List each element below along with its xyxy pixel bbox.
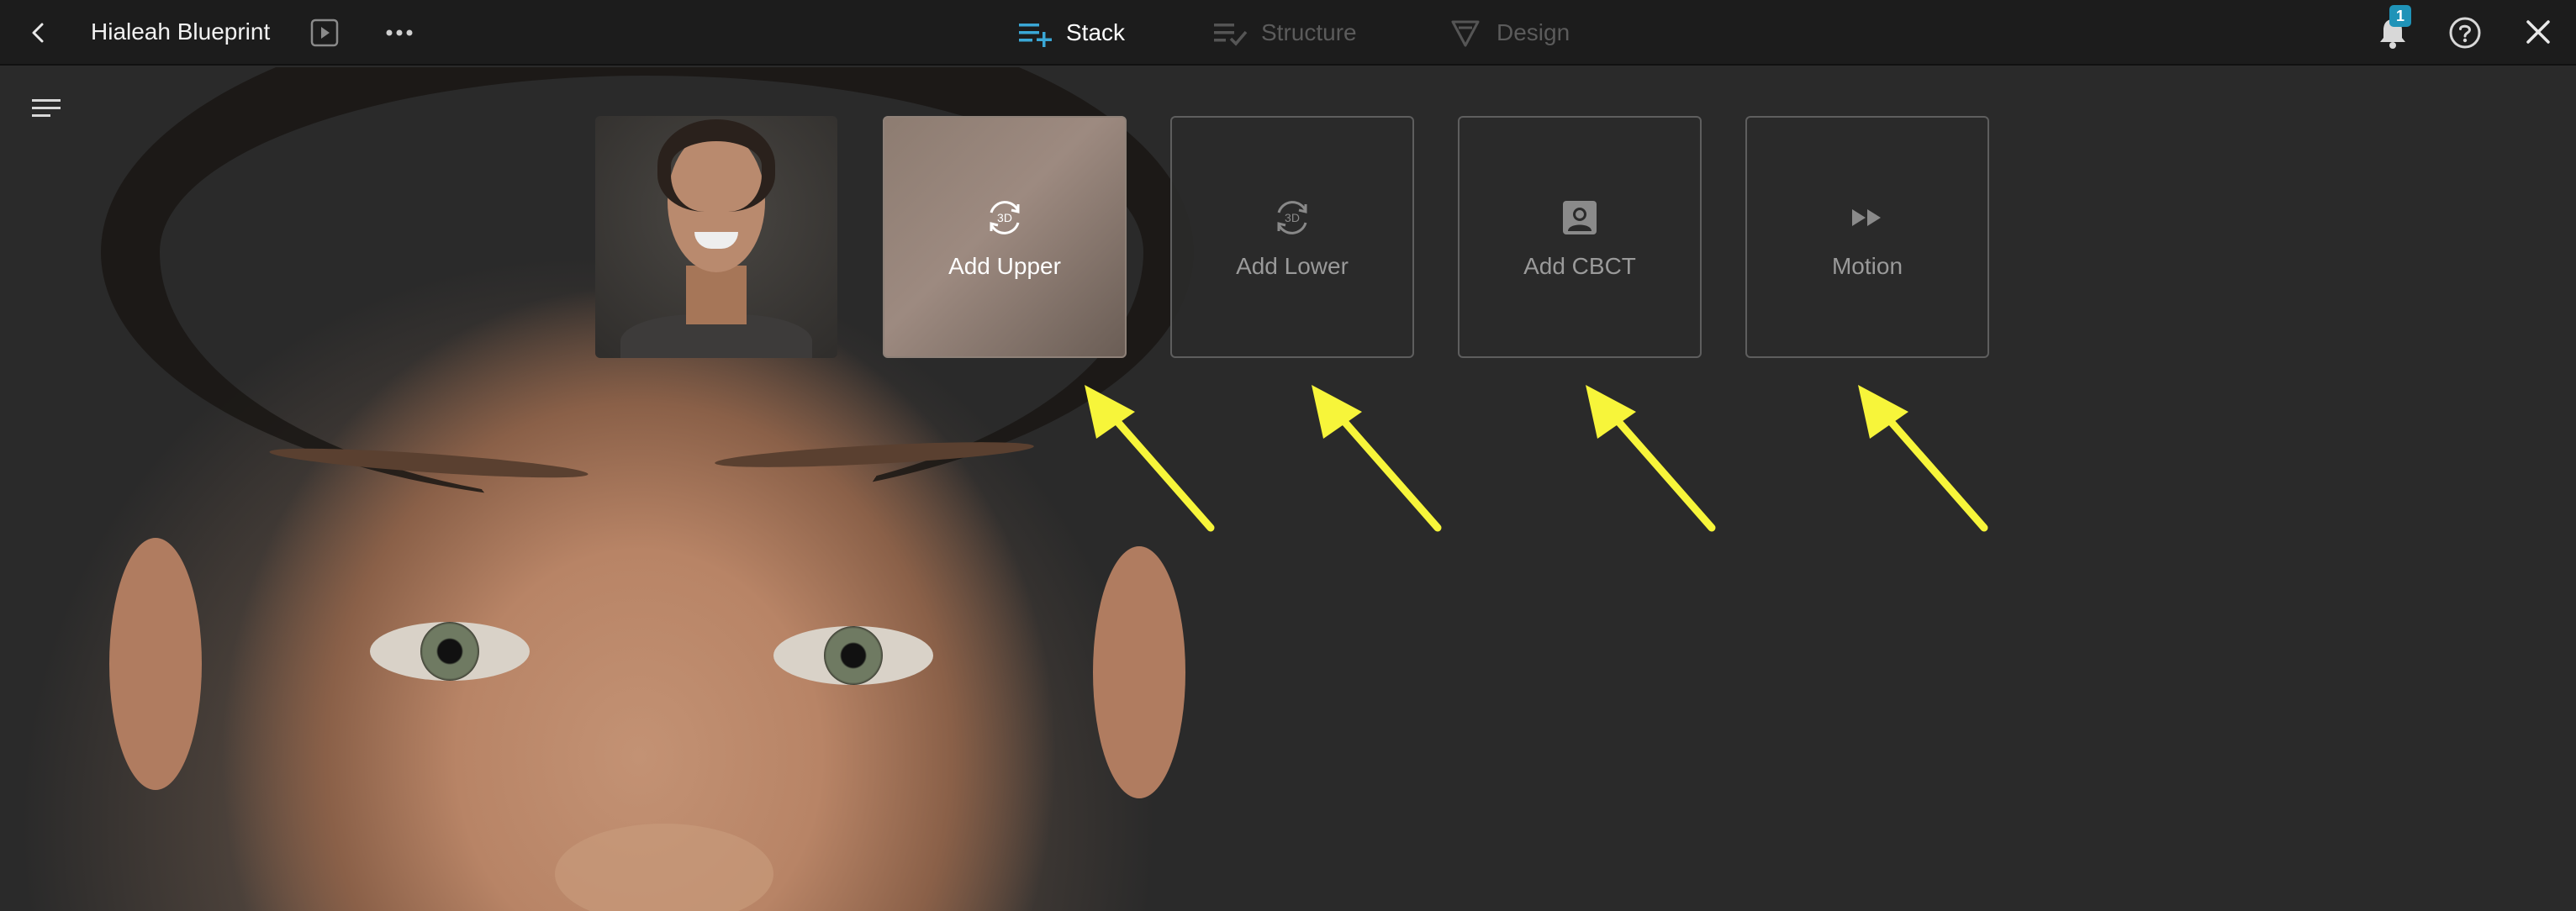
3d-rotate-icon: 3D xyxy=(990,201,1020,234)
annotation-arrow xyxy=(1085,385,1215,532)
fast-forward-icon xyxy=(1852,209,1881,226)
left-eye xyxy=(370,622,530,681)
right-ear xyxy=(1093,546,1185,798)
tab-design[interactable]: Design xyxy=(1448,14,1570,51)
add-cbct-label: Add CBCT xyxy=(1523,253,1636,279)
workspace-canvas[interactable]: 3D Add Upper 3D Add Lower Add CBCT Motio… xyxy=(0,67,2576,911)
add-lower-button[interactable]: 3D Add Lower xyxy=(1170,116,1414,358)
left-ear xyxy=(109,538,202,790)
annotation-arrow xyxy=(1586,385,1716,532)
structure-icon xyxy=(1214,24,1248,46)
more-options-icon[interactable] xyxy=(383,16,416,50)
help-icon[interactable] xyxy=(2447,14,2484,51)
back-icon[interactable] xyxy=(22,16,55,50)
notification-count-badge: 1 xyxy=(2389,5,2411,27)
right-eye xyxy=(773,626,933,685)
tab-design-label: Design xyxy=(1497,19,1570,45)
svg-text:3D: 3D xyxy=(997,211,1012,224)
tab-stack[interactable]: Stack xyxy=(1017,14,1125,51)
project-title: Hialeah Blueprint xyxy=(91,18,271,45)
top-bar: Hialeah Blueprint Stack Structure Design… xyxy=(0,0,2576,66)
add-upper-label: Add Upper xyxy=(948,253,1061,279)
add-cbct-button[interactable]: Add CBCT xyxy=(1458,116,1702,358)
close-icon[interactable] xyxy=(2521,14,2556,50)
smile-photo-thumbnail[interactable] xyxy=(595,116,837,358)
annotation-arrow xyxy=(1312,385,1442,532)
tab-structure-label: Structure xyxy=(1261,19,1357,45)
menu-icon[interactable] xyxy=(30,96,62,121)
design-icon xyxy=(1451,20,1480,47)
motion-label: Motion xyxy=(1831,253,1903,279)
svg-text:3D: 3D xyxy=(1285,211,1300,224)
nose xyxy=(555,824,773,911)
annotation-arrow xyxy=(1858,385,1988,532)
tab-stack-label: Stack xyxy=(1066,19,1126,45)
tab-structure[interactable]: Structure xyxy=(1212,14,1357,51)
add-upper-button[interactable]: 3D Add Upper xyxy=(883,116,1127,358)
3d-rotate-icon: 3D xyxy=(1277,201,1307,234)
stack-icon xyxy=(1019,24,1052,47)
play-icon[interactable] xyxy=(309,18,340,48)
add-lower-label: Add Lower xyxy=(1236,253,1349,279)
motion-button[interactable]: Motion xyxy=(1745,116,1989,358)
cbct-scan-icon xyxy=(1563,201,1597,234)
